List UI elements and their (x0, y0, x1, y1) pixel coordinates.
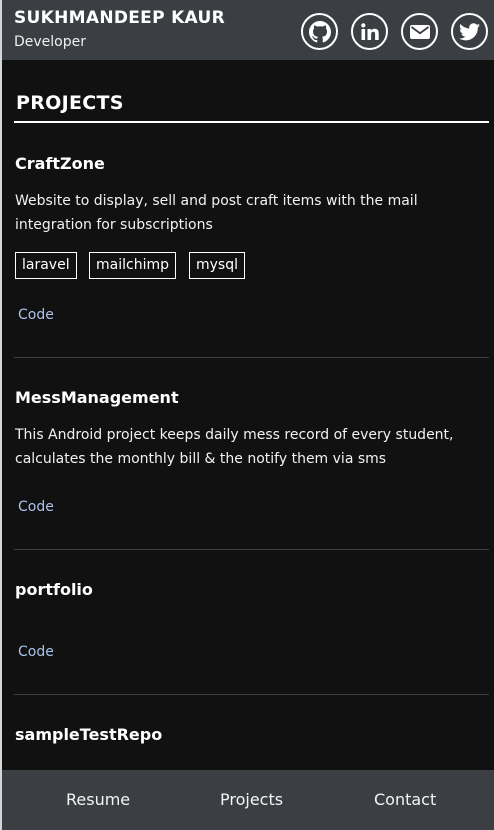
bottom-nav: Resume Projects Contact (2, 770, 494, 830)
github-link[interactable] (301, 13, 338, 50)
project-description: Website to display, sell and post craft … (15, 193, 418, 233)
developer-role: Developer (14, 34, 87, 50)
nav-contact[interactable]: Contact (374, 790, 436, 809)
nav-projects[interactable]: Projects (220, 790, 283, 809)
linkedin-icon (360, 22, 379, 40)
project-divider (14, 357, 489, 358)
project-name: MessManagement (15, 388, 179, 407)
project-name: CraftZone (15, 154, 105, 173)
project-name: sampleTestRepo (15, 725, 163, 744)
linkedin-link[interactable] (351, 13, 388, 50)
developer-name: SUKHMANDEEP KAUR (14, 8, 225, 28)
project-name: portfolio (15, 580, 93, 599)
code-link[interactable]: Code (18, 499, 54, 515)
nav-resume[interactable]: Resume (66, 790, 130, 809)
mail-link[interactable] (401, 13, 438, 50)
project-description: This Android project keeps daily mess re… (15, 427, 454, 467)
code-link[interactable]: Code (18, 644, 54, 660)
github-icon (308, 20, 331, 42)
twitter-link[interactable] (451, 13, 488, 50)
tag-laravel: laravel (15, 252, 77, 279)
project-divider (14, 549, 489, 550)
tag-mysql: mysql (189, 252, 245, 279)
section-title: PROJECTS (16, 92, 124, 114)
mail-icon (409, 24, 430, 39)
twitter-icon (459, 22, 480, 40)
tag-mailchimp: mailchimp (89, 252, 176, 279)
top-header: SUKHMANDEEP KAUR Developer (2, 0, 494, 60)
code-link[interactable]: Code (18, 307, 54, 323)
app-frame: SUKHMANDEEP KAUR Developer PROJECTS Craf… (2, 0, 494, 830)
project-divider (14, 694, 489, 695)
title-underline (14, 121, 489, 123)
